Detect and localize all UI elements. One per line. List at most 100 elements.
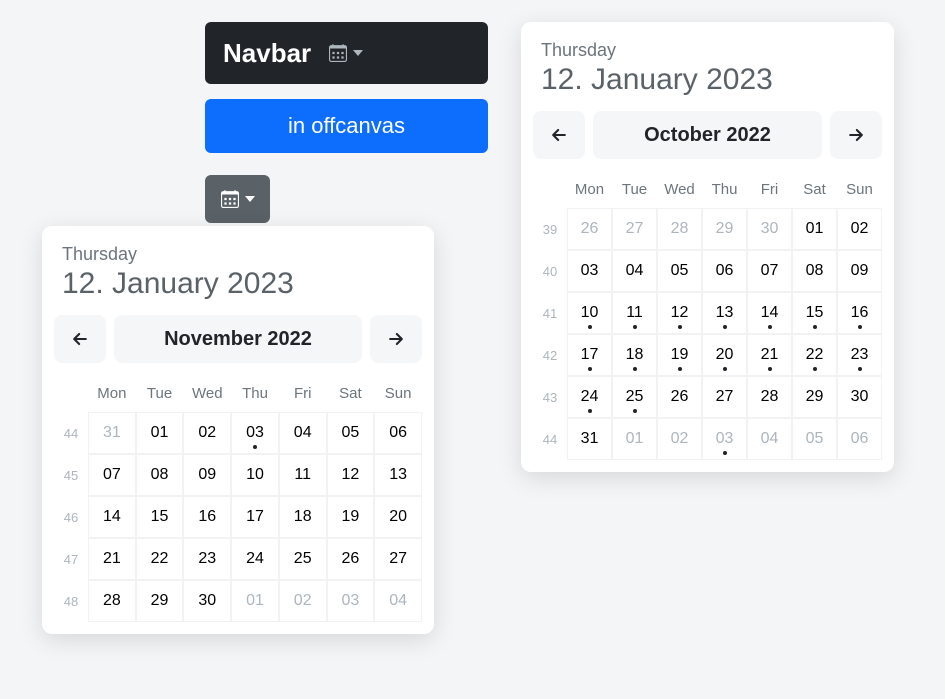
next-month-button[interactable]	[830, 111, 882, 159]
calendar-dropdown-button[interactable]	[205, 175, 270, 223]
day-cell[interactable]: 18	[279, 496, 327, 538]
day-cell[interactable]: 06	[702, 250, 747, 292]
day-cell[interactable]: 14	[88, 496, 136, 538]
day-cell[interactable]: 01	[136, 412, 184, 454]
day-cell[interactable]: 09	[837, 250, 882, 292]
day-cell[interactable]: 19	[657, 334, 702, 376]
day-cell[interactable]: 07	[747, 250, 792, 292]
day-cell[interactable]: 03	[567, 250, 612, 292]
day-cell[interactable]: 15	[136, 496, 184, 538]
day-cell[interactable]: 25	[279, 538, 327, 580]
event-dot-icon	[678, 367, 682, 371]
day-cell[interactable]: 22	[136, 538, 184, 580]
day-cell[interactable]: 12	[327, 454, 375, 496]
day-cell[interactable]: 08	[136, 454, 184, 496]
day-cell[interactable]: 24	[231, 538, 279, 580]
week-number: 44	[54, 412, 88, 454]
day-cell[interactable]: 25	[612, 376, 657, 418]
day-cell[interactable]: 09	[183, 454, 231, 496]
day-cell[interactable]: 19	[327, 496, 375, 538]
day-cell[interactable]: 21	[88, 538, 136, 580]
day-cell[interactable]: 18	[612, 334, 657, 376]
day-cell[interactable]: 17	[567, 334, 612, 376]
day-cell[interactable]: 30	[183, 580, 231, 622]
day-cell[interactable]: 31	[88, 412, 136, 454]
in-offcanvas-button[interactable]: in offcanvas	[205, 99, 488, 153]
day-cell[interactable]: 13	[702, 292, 747, 334]
day-cell[interactable]: 12	[657, 292, 702, 334]
day-cell[interactable]: 01	[612, 418, 657, 460]
day-cell[interactable]: 02	[279, 580, 327, 622]
day-cell[interactable]: 27	[702, 376, 747, 418]
next-month-button[interactable]	[370, 315, 422, 363]
event-dot-icon	[588, 409, 592, 413]
day-cell[interactable]: 23	[837, 334, 882, 376]
day-cell[interactable]: 07	[88, 454, 136, 496]
day-cell[interactable]: 21	[747, 334, 792, 376]
day-cell[interactable]: 30	[837, 376, 882, 418]
day-cell[interactable]: 10	[567, 292, 612, 334]
day-cell[interactable]: 27	[374, 538, 422, 580]
day-cell[interactable]: 04	[747, 418, 792, 460]
day-cell[interactable]: 05	[657, 250, 702, 292]
day-cell[interactable]: 17	[231, 496, 279, 538]
day-cell[interactable]: 29	[792, 376, 837, 418]
day-cell[interactable]: 26	[327, 538, 375, 580]
day-cell[interactable]: 23	[183, 538, 231, 580]
day-cell[interactable]: 03	[702, 418, 747, 460]
day-cell[interactable]: 11	[279, 454, 327, 496]
day-of-week-header: Mon	[88, 375, 136, 412]
month-select-button[interactable]: October 2022	[593, 111, 822, 159]
day-cell[interactable]: 16	[183, 496, 231, 538]
day-cell[interactable]: 02	[183, 412, 231, 454]
prev-month-button[interactable]	[533, 111, 585, 159]
calendar-icon	[329, 44, 347, 62]
day-cell[interactable]: 06	[837, 418, 882, 460]
event-dot-icon	[723, 325, 727, 329]
day-cell[interactable]: 26	[657, 376, 702, 418]
day-cell[interactable]: 30	[747, 208, 792, 250]
day-cell[interactable]: 03	[327, 580, 375, 622]
day-cell[interactable]: 28	[657, 208, 702, 250]
day-cell[interactable]: 08	[792, 250, 837, 292]
event-dot-icon	[253, 445, 257, 449]
day-cell[interactable]: 02	[837, 208, 882, 250]
day-cell[interactable]: 02	[657, 418, 702, 460]
navbar-brand[interactable]: Navbar	[223, 38, 311, 69]
day-cell[interactable]: 31	[567, 418, 612, 460]
month-nav: November 2022	[54, 315, 422, 363]
day-cell[interactable]: 05	[792, 418, 837, 460]
day-cell[interactable]: 14	[747, 292, 792, 334]
day-cell[interactable]: 04	[374, 580, 422, 622]
day-cell[interactable]: 01	[792, 208, 837, 250]
day-cell[interactable]: 29	[702, 208, 747, 250]
day-cell[interactable]: 16	[837, 292, 882, 334]
navbar-dropdown-toggle[interactable]	[329, 44, 363, 62]
calendar-grid: MonTueWedThuFriSatSun4431010203040506450…	[54, 375, 422, 622]
day-cell[interactable]: 05	[327, 412, 375, 454]
day-cell[interactable]: 10	[231, 454, 279, 496]
prev-month-button[interactable]	[54, 315, 106, 363]
day-cell[interactable]: 26	[567, 208, 612, 250]
day-cell[interactable]: 03	[231, 412, 279, 454]
day-cell[interactable]: 04	[612, 250, 657, 292]
day-cell[interactable]: 11	[612, 292, 657, 334]
day-cell[interactable]: 29	[136, 580, 184, 622]
month-select-button[interactable]: November 2022	[114, 315, 362, 363]
day-cell[interactable]: 22	[792, 334, 837, 376]
day-cell[interactable]: 04	[279, 412, 327, 454]
day-cell[interactable]: 06	[374, 412, 422, 454]
week-number: 46	[54, 496, 88, 538]
day-cell[interactable]: 24	[567, 376, 612, 418]
event-dot-icon	[723, 367, 727, 371]
datepicker-header: Thursday 12. January 2023	[533, 40, 882, 111]
day-cell[interactable]: 20	[374, 496, 422, 538]
day-cell[interactable]: 20	[702, 334, 747, 376]
day-cell[interactable]: 28	[88, 580, 136, 622]
day-cell[interactable]: 13	[374, 454, 422, 496]
day-cell[interactable]: 01	[231, 580, 279, 622]
day-cell[interactable]: 27	[612, 208, 657, 250]
day-cell[interactable]: 15	[792, 292, 837, 334]
day-cell[interactable]: 28	[747, 376, 792, 418]
event-dot-icon	[723, 451, 727, 455]
